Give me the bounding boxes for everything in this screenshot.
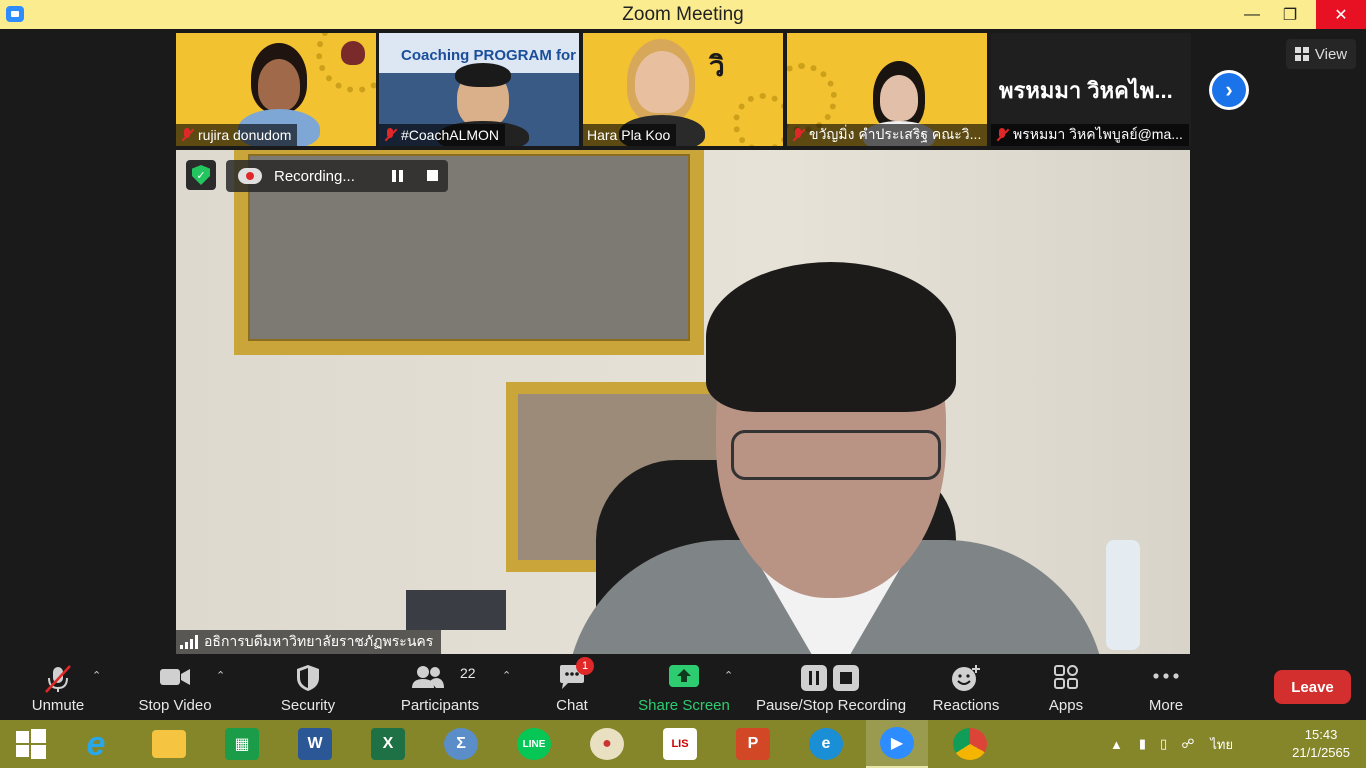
edge-icon[interactable]: e — [795, 720, 857, 768]
participant-tile[interactable]: ขวัญมิ่ง คำประเสริฐ คณะวิ... — [787, 33, 987, 146]
participant-name: ขวัญมิ่ง คำประเสริฐ คณะวิ... — [787, 124, 987, 146]
lisrel-icon[interactable]: LIS — [649, 720, 711, 768]
share-screen-icon — [669, 665, 699, 687]
encryption-shield-icon[interactable]: ✓ — [186, 160, 216, 190]
stop-video-button[interactable]: Stop Video — [132, 655, 218, 720]
network-signal-icon[interactable]: ▮ — [1139, 736, 1146, 752]
start-button[interactable] — [0, 720, 62, 768]
close-button[interactable]: ✕ — [1316, 0, 1366, 29]
stop-recording-button[interactable] — [427, 170, 438, 181]
participants-icon — [412, 666, 444, 688]
smiley-icon — [952, 665, 980, 691]
powerpoint-icon[interactable]: P — [722, 720, 784, 768]
chrome-icon[interactable] — [939, 720, 1001, 768]
view-button[interactable]: View — [1286, 39, 1356, 69]
participant-tile[interactable]: วิ Hara Pla Koo — [583, 33, 783, 146]
video-options-caret[interactable]: ⌃ — [216, 669, 225, 682]
leave-button[interactable]: Leave — [1274, 670, 1351, 704]
show-hidden-icons-caret[interactable]: ▲ — [1110, 737, 1123, 752]
pause-recording-button[interactable] — [392, 170, 403, 182]
windows-taskbar: e ▦ W X Σ LINE ● LIS P e ▶ ▲ ▮ ▯ ☍ ไทย 1… — [0, 720, 1366, 768]
internet-explorer-icon[interactable]: e — [65, 720, 127, 768]
mic-muted-icon — [383, 128, 397, 142]
video-camera-icon — [160, 669, 190, 685]
participant-name: rujira donudom — [176, 124, 298, 146]
chat-button[interactable]: 1 Chat — [548, 655, 596, 720]
zoom-app-icon — [6, 6, 24, 22]
system-tray: ▲ ▮ ▯ ☍ ไทย — [1110, 720, 1233, 768]
mic-muted-icon — [180, 128, 194, 142]
language-indicator[interactable]: ไทย — [1210, 734, 1233, 755]
connection-signal-icon — [180, 635, 198, 649]
active-speaker-video[interactable]: ✓ Recording... อธิการบดีมหาวิทยาลัยราชภั… — [176, 150, 1190, 654]
zoom-icon[interactable]: ▶ — [866, 720, 928, 768]
next-page-button[interactable]: › — [1209, 70, 1249, 110]
math-input-icon[interactable]: Σ — [430, 720, 492, 768]
recording-indicator: Recording... — [226, 160, 448, 192]
word-icon[interactable]: W — [284, 720, 346, 768]
excel-icon[interactable]: X — [357, 720, 419, 768]
security-button[interactable]: Security — [275, 655, 341, 720]
clock-date: 21/1/2565 — [1292, 745, 1350, 760]
chat-unread-badge: 1 — [576, 657, 594, 675]
overlay-text: Coaching PROGRAM for Lecturer — [401, 47, 579, 64]
meeting-controls: Unmute ⌃ Stop Video ⌃ Security 22 Partic… — [0, 655, 1366, 720]
participants-count: 22 — [460, 665, 476, 681]
share-screen-button[interactable]: Share Screen — [636, 655, 732, 720]
participant-tile[interactable]: Coaching PROGRAM for Lecturer #CoachALMO… — [379, 33, 579, 146]
participant-name: #CoachALMON — [379, 124, 506, 146]
more-button[interactable]: More — [1140, 655, 1192, 720]
mic-muted-icon — [995, 128, 1009, 142]
meeting-area: rujira donudom Coaching PROGRAM for Lect… — [0, 29, 1366, 655]
chevron-right-icon: › — [1212, 73, 1246, 107]
battery-icon[interactable]: ▯ — [1160, 736, 1167, 752]
grid-icon — [1294, 47, 1309, 61]
reactions-button[interactable]: Reactions — [930, 655, 1002, 720]
pause-stop-recording-button[interactable]: Pause/Stop Recording — [752, 655, 910, 720]
volume-muted-icon[interactable]: ☍ — [1181, 736, 1194, 752]
clock-time: 15:43 — [1304, 727, 1338, 742]
participant-display-name: พรหมมา วิหคไพ... — [999, 78, 1173, 103]
participants-button[interactable]: 22 Participants — [398, 655, 482, 720]
title-bar: Zoom Meeting — ❐ ✕ — [0, 0, 1366, 29]
clock[interactable]: 15:43 21/1/2565 — [1292, 726, 1350, 762]
window-title: Zoom Meeting — [622, 3, 744, 25]
mic-muted-icon — [791, 128, 805, 142]
mic-muted-icon — [45, 665, 71, 693]
maximize-button[interactable]: ❐ — [1268, 0, 1312, 29]
share-options-caret[interactable]: ⌃ — [724, 669, 733, 682]
file-explorer-icon[interactable] — [138, 720, 200, 768]
apps-icon — [1054, 665, 1078, 689]
participants-options-caret[interactable]: ⌃ — [502, 669, 511, 682]
unmute-button[interactable]: Unmute — [24, 655, 92, 720]
line-icon[interactable]: LINE — [503, 720, 565, 768]
pause-stop-icon — [801, 665, 859, 691]
windows-logo-icon — [16, 729, 46, 759]
cloud-recording-icon — [238, 168, 262, 184]
participant-name: Hara Pla Koo — [583, 124, 677, 146]
ellipsis-icon — [1153, 673, 1179, 679]
store-icon[interactable]: ▦ — [211, 720, 273, 768]
paint-icon[interactable]: ● — [576, 720, 638, 768]
recording-label: Recording... — [274, 167, 355, 185]
speaker-name-label: อธิการบดีมหาวิทยาลัยราชภัฏพระนคร — [176, 630, 442, 654]
participant-tile[interactable]: พรหมมา วิหคไพ... พรหมมา วิหคไพบูลย์@ma..… — [991, 33, 1191, 146]
participant-tile[interactable]: rujira donudom — [176, 33, 376, 146]
audio-options-caret[interactable]: ⌃ — [92, 669, 101, 682]
shield-icon — [297, 665, 319, 691]
participant-name: พรหมมา วิหคไพบูลย์@ma... — [991, 124, 1189, 146]
apps-button[interactable]: Apps — [1040, 655, 1092, 720]
